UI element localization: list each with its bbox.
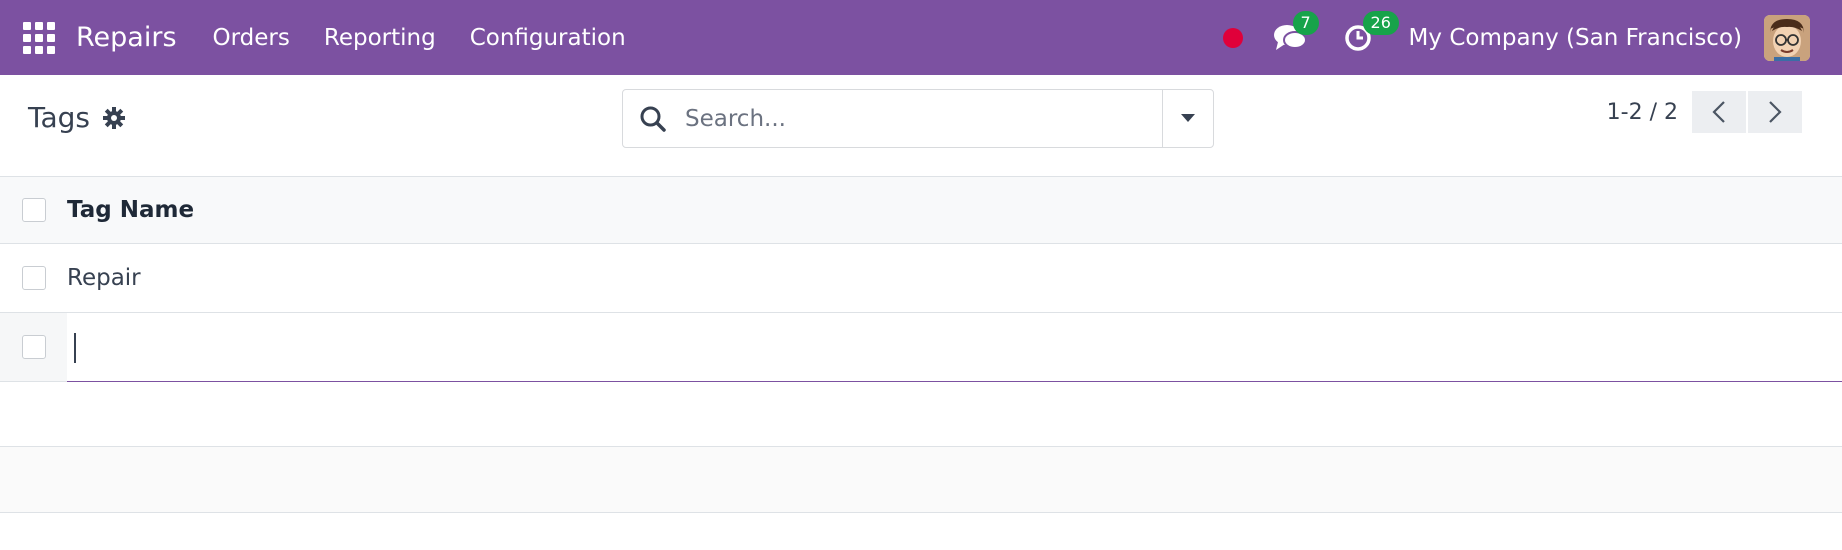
pager-value[interactable]: 1-2 / 2 xyxy=(1607,100,1678,125)
user-avatar[interactable] xyxy=(1764,14,1810,61)
app-brand[interactable]: Repairs xyxy=(76,22,177,53)
new-record-row[interactable] xyxy=(0,312,1842,382)
menu-configuration[interactable]: Configuration xyxy=(453,0,643,75)
text-cursor xyxy=(74,332,76,363)
page-title: Tags xyxy=(28,101,90,134)
search-bar xyxy=(622,89,1214,148)
tags-list: Tag Name Repair xyxy=(0,176,1842,513)
row-checkbox[interactable] xyxy=(21,334,46,359)
empty-row xyxy=(0,447,1842,513)
breadcrumb: Tags xyxy=(28,101,126,134)
activities-button[interactable]: 26 xyxy=(1343,10,1399,53)
empty-row xyxy=(0,381,1842,447)
pager: 1-2 / 2 xyxy=(1607,91,1802,133)
activities-count-badge: 26 xyxy=(1362,10,1399,35)
select-all-cell xyxy=(0,198,67,222)
systray: 7 26 My Company (San Francisco) xyxy=(1222,0,1842,75)
column-header-tag-name[interactable]: Tag Name xyxy=(67,197,194,223)
company-switcher[interactable]: My Company (San Francisco) xyxy=(1409,25,1742,51)
recording-indicator-icon[interactable] xyxy=(1222,27,1243,48)
menu-reporting[interactable]: Reporting xyxy=(307,0,453,75)
pager-next-button[interactable] xyxy=(1748,91,1802,133)
row-select-cell xyxy=(0,266,67,290)
tag-name-edit-cell[interactable] xyxy=(67,313,1842,382)
messages-button[interactable]: 7 xyxy=(1273,10,1319,53)
gear-icon[interactable] xyxy=(102,106,126,130)
tag-name-input[interactable] xyxy=(67,325,1842,368)
pager-previous-button[interactable] xyxy=(1692,91,1746,133)
search-icon xyxy=(639,105,667,133)
search-options-toggle[interactable] xyxy=(1162,90,1213,147)
chevron-left-icon xyxy=(1712,101,1725,123)
table-row[interactable]: Repair xyxy=(0,244,1842,313)
select-all-checkbox[interactable] xyxy=(21,198,46,222)
top-navbar: Repairs Orders Reporting Configuration 7… xyxy=(0,0,1842,75)
control-panel: Tags Search... 1-2 / 2 xyxy=(0,75,1842,176)
messages-count-badge: 7 xyxy=(1292,10,1319,35)
tag-name-cell[interactable]: Repair xyxy=(67,265,141,291)
row-checkbox[interactable] xyxy=(21,266,46,290)
caret-down-icon xyxy=(1181,114,1195,122)
menu-orders[interactable]: Orders xyxy=(196,0,307,75)
row-select-cell xyxy=(0,312,67,382)
search-input[interactable] xyxy=(683,104,1147,133)
apps-menu-icon[interactable] xyxy=(23,21,55,54)
list-header: Tag Name xyxy=(0,176,1842,244)
chevron-right-icon xyxy=(1769,101,1782,123)
